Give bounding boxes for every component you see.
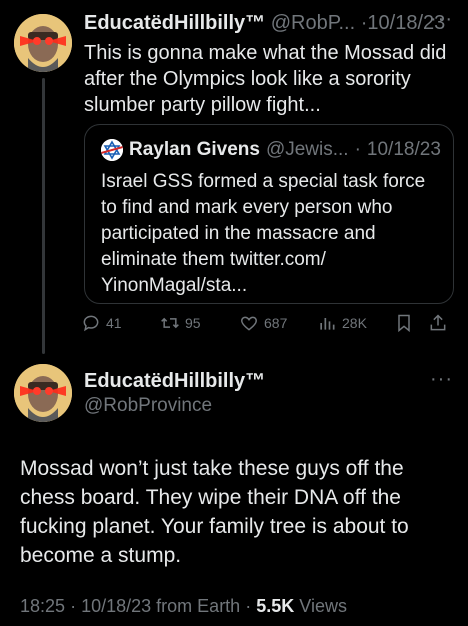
quoted-tweet-header: Raylan Givens @Jewis... · 10/18/23	[101, 139, 441, 161]
more-options-button[interactable]: ···	[430, 368, 453, 391]
like-count: 687	[264, 315, 288, 331]
star-of-david-icon	[101, 139, 123, 161]
display-name[interactable]: EducatëdHillbilly™	[84, 12, 265, 34]
avatar-image	[14, 364, 72, 422]
views-count: 5.5K	[256, 596, 295, 616]
views-button[interactable]: 28K	[317, 313, 367, 333]
quoted-date[interactable]: 10/18/23	[367, 139, 441, 161]
views-label: Views	[299, 596, 347, 616]
like-icon	[240, 316, 258, 331]
views-icon	[320, 318, 335, 330]
share-icon	[430, 314, 446, 331]
handle[interactable]: @RobP...	[271, 12, 355, 34]
retweet-count: 95	[185, 315, 201, 331]
like-button[interactable]: 687	[239, 313, 287, 333]
more-options-button[interactable]: ···	[430, 8, 453, 31]
action-bar: 41 95 687 28K	[81, 313, 456, 341]
quoted-handle[interactable]: @Jewis...	[266, 139, 349, 161]
share-button[interactable]	[428, 313, 448, 333]
reply-button[interactable]: 41	[81, 313, 122, 333]
quoted-avatar	[101, 139, 123, 161]
bookmark-icon	[398, 314, 410, 333]
tweet-meta: 18:25 · 10/18/23 from Earth · 5.5K Views	[20, 596, 347, 617]
quoted-display-name[interactable]: Raylan Givens	[129, 139, 260, 161]
separator-dot: ·	[70, 596, 77, 616]
avatar-image	[14, 14, 72, 72]
avatar[interactable]	[14, 364, 72, 422]
avatar[interactable]	[14, 14, 72, 72]
retweet-icon	[161, 317, 179, 329]
tweet-text: Mossad won’t just take these guys off th…	[20, 457, 409, 567]
tweet-time[interactable]: 18:25	[20, 596, 65, 616]
display-name[interactable]: EducatëdHillbilly™	[84, 370, 265, 393]
reply-count: 41	[106, 315, 122, 331]
tweet-header: EducatëdHillbilly™ @RobP... ·10/18/23	[84, 12, 445, 35]
tweet-date[interactable]: 10/18/23	[81, 596, 151, 616]
reply-icon	[83, 315, 99, 332]
tweet-text: This is gonna make what the Mossad did a…	[84, 42, 447, 116]
quoted-tweet[interactable]: Raylan Givens @Jewis... · 10/18/23 Israel…	[84, 124, 454, 304]
separator-dot: ·	[354, 139, 361, 160]
bookmark-button[interactable]	[394, 313, 414, 333]
quoted-tweet-text: Israel GSS formed a special task force t…	[101, 171, 426, 296]
tweet-source: from Earth	[156, 596, 241, 616]
handle[interactable]: @RobProvince	[84, 395, 212, 417]
retweet-button[interactable]: 95	[160, 313, 201, 333]
thread-line	[42, 78, 45, 354]
views-count: 28K	[342, 315, 367, 331]
separator-dot: ·	[245, 596, 252, 616]
